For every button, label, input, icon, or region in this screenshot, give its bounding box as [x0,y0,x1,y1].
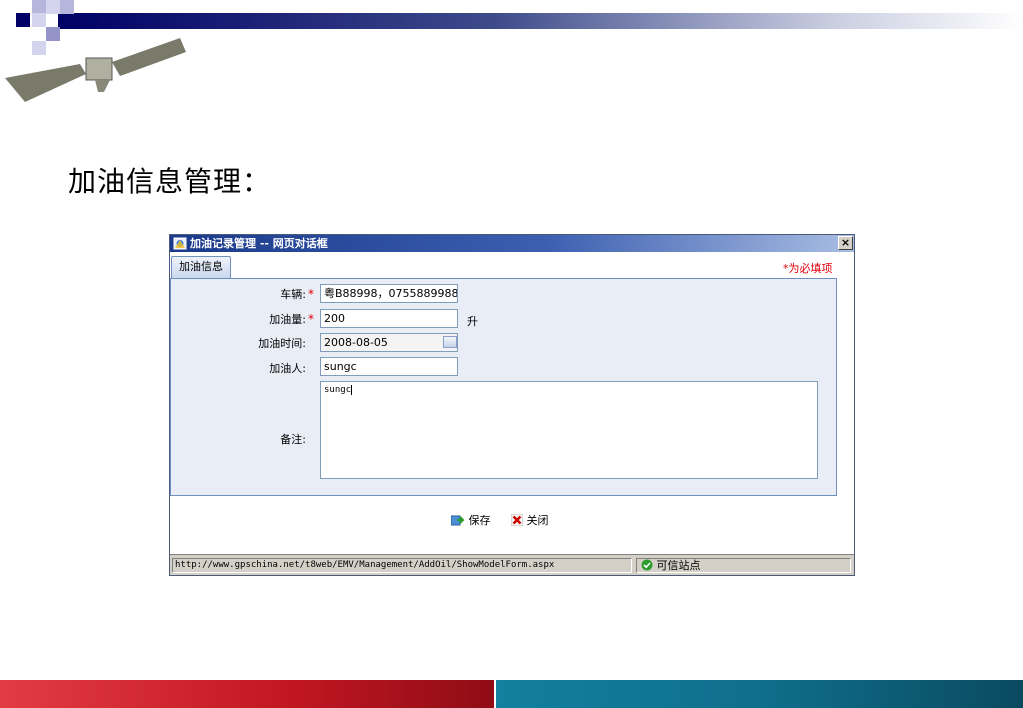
security-zone: 可信站点 [636,558,851,573]
remarks-value: sungc [324,385,352,395]
remarks-textarea[interactable]: sungc [320,381,818,479]
fueler-field[interactable]: sungc [320,357,458,376]
dialog-close-button[interactable]: × [838,236,853,250]
fuel-amount-field[interactable]: 200 [320,309,458,328]
dialog-app-icon [173,237,187,250]
footer-bar-red [0,680,494,708]
dialog-window: 加油记录管理 -- 网页对话框 × 加油信息 *为必填项 车辆: * 粤B889… [169,234,855,576]
vehicle-field[interactable]: 粤B88998，0755889988 [320,284,458,303]
close-button[interactable]: 关闭 [510,512,549,528]
button-bar: 保存 关闭 [170,496,854,554]
footer-bar-blue [494,680,1023,708]
fuel-amount-label: 加油量: [269,313,306,326]
fuel-time-value: 2008-08-05 [324,336,388,349]
dialog-titlebar[interactable]: 加油记录管理 -- 网页对话框 × [170,235,854,252]
fuel-amount-unit: 升 [467,315,478,328]
calendar-icon[interactable] [443,336,457,348]
form-panel: 车辆: * 粤B88998，0755889988 加油量: * 200 升 加油… [170,278,837,496]
fuel-amount-required-mark: * [308,312,314,326]
fuel-time-field[interactable]: 2008-08-05 [320,333,458,352]
tab-strip: 加油信息 *为必填项 [170,252,854,278]
text-cursor [351,384,353,395]
vehicle-required-mark: * [308,287,314,301]
vehicle-label: 车辆: [280,288,306,301]
dialog-title: 加油记录管理 -- 网页对话框 [190,237,328,250]
header-decoration [5,0,1023,102]
trusted-site-check-icon [641,559,653,571]
save-button[interactable]: 保存 [450,512,491,528]
close-x-icon [510,513,524,527]
remarks-label: 备注: [280,433,306,446]
status-url: http://www.gpschina.net/t8web/EMV/Manage… [172,558,632,573]
required-note: *为必填项 [783,262,833,275]
save-icon [450,515,465,526]
fueler-label: 加油人: [269,362,306,375]
status-bar: http://www.gpschina.net/t8web/EMV/Manage… [170,554,854,575]
close-label: 关闭 [526,514,549,527]
security-zone-label: 可信站点 [656,559,701,572]
fuel-time-label: 加油时间: [258,337,306,350]
tab-fuel-info[interactable]: 加油信息 [171,256,231,278]
slide-title: 加油信息管理： [68,165,272,198]
save-label: 保存 [468,514,491,527]
